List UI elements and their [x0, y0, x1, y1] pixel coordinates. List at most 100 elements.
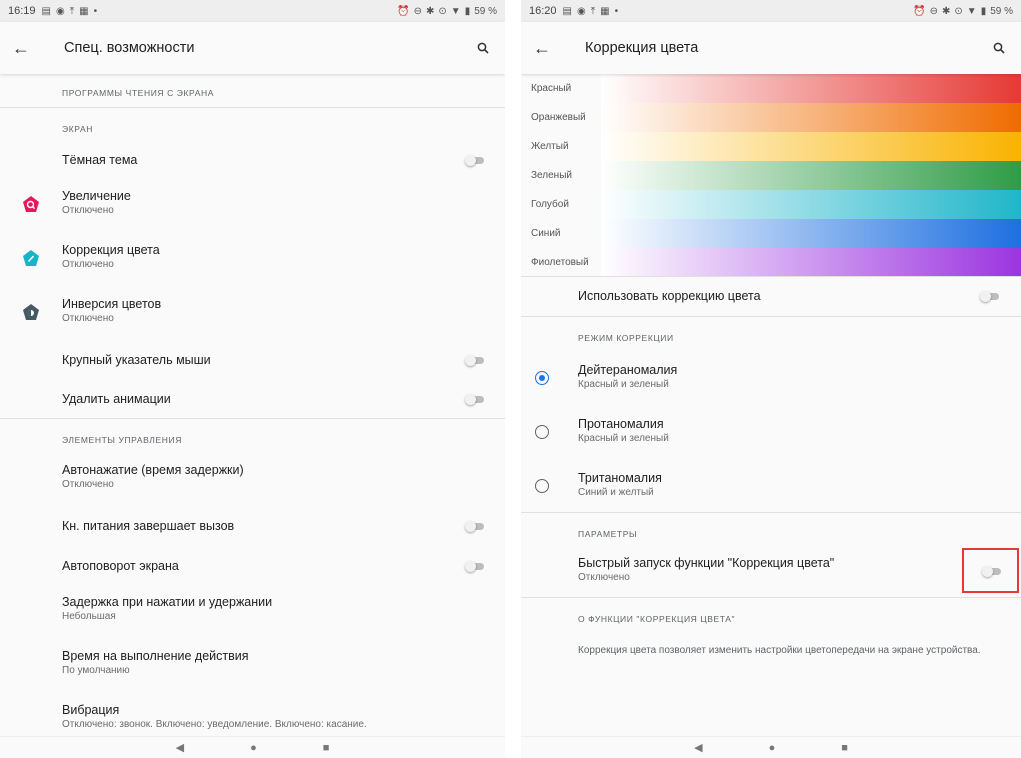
data-icon: ⊙ — [438, 5, 447, 17]
data-icon: ⊙ — [954, 5, 963, 17]
battery-icon: ▮ — [980, 5, 987, 17]
accessibility-screen: 16:19 ▤ ◉ ⤒ ▦ • ⏰ ⊖ ✱ ⊙ ▼ ▮ 59 % ← Спец.… — [0, 0, 505, 758]
setting-dark-theme[interactable]: Тёмная тема — [0, 148, 505, 172]
toolbar: ← Коррекция цвета — [521, 22, 1021, 74]
page-title: Коррекция цвета — [585, 40, 699, 56]
minus-circle-icon: ⊖ — [929, 5, 938, 17]
color-label: Фиолетовый — [531, 257, 589, 268]
section-params: ПАРАМЕТРЫ — [578, 529, 638, 539]
protanomaly-radio[interactable] — [535, 425, 549, 439]
alarm-icon: ⏰ — [913, 5, 926, 17]
vibration-value: Отключено: звонок. Включено: уведомление… — [62, 719, 367, 730]
panel-separator — [505, 0, 521, 758]
back-nav-icon[interactable]: ◀ — [694, 741, 702, 754]
color-row: Зеленый — [521, 161, 1021, 190]
back-arrow-icon[interactable]: ← — [12, 38, 42, 59]
status-bar: 16:20 ▤ ◉ ⤒ ▦ • ⏰ ⊖ ✱ ⊙ ▼ ▮ 59 % — [521, 0, 1021, 22]
autoclick-title: Автонажатие (время задержки) — [62, 463, 244, 477]
action-time-title: Время на выполнение действия — [62, 649, 249, 663]
mode-option[interactable]: Тританомалия Синий и желтый — [521, 468, 1021, 504]
setting-color-inversion[interactable]: Инверсия цветов Отключено — [0, 294, 505, 330]
divider — [521, 597, 1021, 598]
navigation-bar: ◀ ● ■ — [521, 736, 1021, 758]
color-row: Оранжевый — [521, 103, 1021, 132]
large-pointer-toggle[interactable] — [465, 355, 485, 366]
setting-magnification[interactable]: Увеличение Отключено — [0, 186, 505, 222]
minus-circle-icon: ⊖ — [413, 5, 422, 17]
setting-color-correction[interactable]: Коррекция цвета Отключено — [0, 240, 505, 276]
color-label: Красный — [531, 83, 572, 94]
color-label: Голубой — [531, 199, 569, 210]
calendar-icon: ▦ — [600, 5, 610, 17]
use-correction-toggle[interactable] — [980, 291, 1000, 302]
touch-hold-delay-value: Небольшая — [62, 611, 116, 622]
magnification-icon — [23, 196, 39, 212]
home-nav-icon[interactable]: ● — [769, 742, 776, 754]
tritanomaly-radio[interactable] — [535, 479, 549, 493]
remove-animations-toggle[interactable] — [465, 394, 485, 405]
setting-power-ends-call[interactable]: Кн. питания завершает вызов — [0, 514, 505, 538]
setting-shortcut[interactable]: Быстрый запуск функции "Коррекция цвета"… — [521, 553, 1021, 589]
setting-touch-hold-delay[interactable]: Задержка при нажатии и удержании Небольш… — [0, 592, 505, 628]
color-correction-title: Коррекция цвета — [62, 243, 160, 257]
page-title: Спец. возможности — [64, 40, 195, 56]
divider — [521, 316, 1021, 317]
bluetooth-icon: ✱ — [426, 5, 435, 17]
autorotate-toggle[interactable] — [465, 561, 485, 572]
status-bar: 16:19 ▤ ◉ ⤒ ▦ • ⏰ ⊖ ✱ ⊙ ▼ ▮ 59 % — [0, 0, 505, 22]
setting-remove-animations[interactable]: Удалить анимации — [0, 387, 505, 411]
power-ends-call-toggle[interactable] — [465, 521, 485, 532]
mode-option[interactable]: Дейтераномалия Красный и зеленый — [521, 360, 1021, 396]
color-gradient — [601, 161, 1021, 190]
touch-hold-delay-title: Задержка при нажатии и удержании — [62, 595, 273, 609]
bluetooth-icon: ✱ — [942, 5, 951, 17]
color-label: Зеленый — [531, 170, 572, 181]
color-correction-screen: 16:20 ▤ ◉ ⤒ ▦ • ⏰ ⊖ ✱ ⊙ ▼ ▮ 59 % ← Корре… — [521, 0, 1021, 758]
calendar-icon: ▦ — [79, 5, 89, 17]
action-time-value: По умолчанию — [62, 665, 130, 676]
color-gradient — [601, 190, 1021, 219]
color-inversion-icon — [23, 304, 39, 320]
message-icon: ▤ — [562, 5, 572, 17]
setting-large-pointer[interactable]: Крупный указатель мыши — [0, 348, 505, 372]
system-icons: ⏰ ⊖ ✱ ⊙ ▼ ▮ 59 % — [397, 6, 497, 17]
deuteranomaly-radio[interactable] — [535, 371, 549, 385]
setting-autorotate[interactable]: Автоповорот экрана — [0, 554, 505, 578]
color-gradient — [601, 74, 1021, 103]
search-icon[interactable] — [989, 38, 1009, 58]
status-time: 16:20 — [529, 5, 557, 17]
setting-autoclick[interactable]: Автонажатие (время задержки) Отключено — [0, 460, 505, 496]
shortcut-status: Отключено — [578, 572, 630, 583]
setting-action-time[interactable]: Время на выполнение действия По умолчани… — [0, 646, 505, 682]
app-icon: ◉ — [55, 5, 65, 17]
color-label: Синий — [531, 228, 561, 239]
section-about: О ФУНКЦИИ "КОРРЕКЦИЯ ЦВЕТА" — [578, 614, 736, 624]
status-time: 16:19 — [8, 5, 36, 17]
setting-vibration[interactable]: Вибрация Отключено: звонок. Включено: ув… — [0, 700, 505, 736]
section-mode: РЕЖИМ КОРРЕКЦИИ — [578, 333, 674, 343]
divider — [521, 276, 1021, 277]
back-arrow-icon[interactable]: ← — [533, 38, 563, 59]
upload-icon: ⤒ — [69, 5, 75, 17]
dark-theme-toggle[interactable] — [465, 155, 485, 166]
about-text: Коррекция цвета позволяет изменить настр… — [578, 645, 981, 656]
system-icons: ⏰ ⊖ ✱ ⊙ ▼ ▮ 59 % — [913, 6, 1013, 17]
section-screen: ЭКРАН — [62, 124, 93, 134]
color-row: Красный — [521, 74, 1021, 103]
mode-option[interactable]: Протаномалия Красный и зеленый — [521, 414, 1021, 450]
back-nav-icon[interactable]: ◀ — [176, 741, 184, 754]
color-correction-icon — [23, 250, 39, 266]
recents-nav-icon[interactable]: ■ — [323, 742, 330, 754]
section-screen-readers[interactable]: ПРОГРАММЫ ЧТЕНИЯ С ЭКРАНА — [62, 88, 214, 98]
battery-icon: ▮ — [464, 5, 471, 17]
home-nav-icon[interactable]: ● — [250, 742, 257, 754]
setting-use-correction[interactable]: Использовать коррекцию цвета — [521, 284, 1021, 308]
recents-nav-icon[interactable]: ■ — [841, 742, 848, 754]
divider — [0, 107, 505, 108]
color-label: Оранжевый — [531, 112, 586, 123]
toolbar: ← Спец. возможности — [0, 22, 505, 74]
color-gradient — [601, 103, 1021, 132]
color-row: Фиолетовый — [521, 248, 1021, 277]
search-icon[interactable] — [473, 38, 493, 58]
app-icon: ◉ — [576, 5, 586, 17]
